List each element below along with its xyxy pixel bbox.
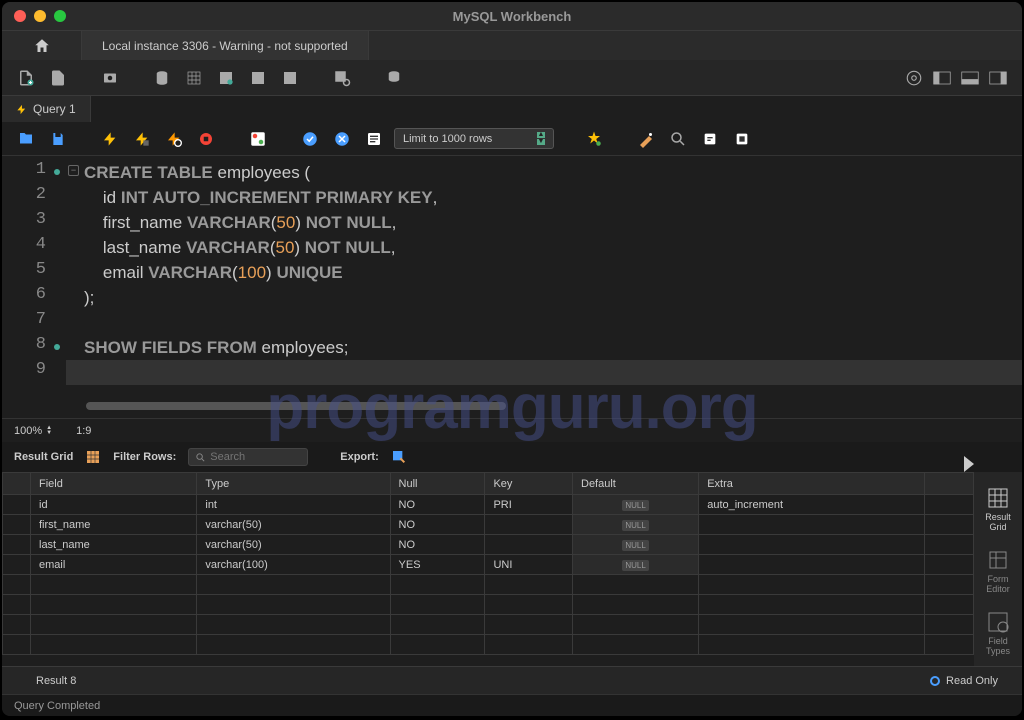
column-header[interactable]: Key <box>485 473 573 495</box>
panel-left-button[interactable] <box>930 66 954 90</box>
result-sidebar: Result GridForm EditorField Types <box>974 472 1022 666</box>
result-grid[interactable]: FieldTypeNullKeyDefaultExtraidintNOPRINU… <box>2 472 974 666</box>
execute-button[interactable] <box>98 127 122 151</box>
column-header[interactable]: Default <box>573 473 699 495</box>
search-table-button[interactable] <box>330 66 354 90</box>
commit-button[interactable] <box>298 127 322 151</box>
panel-bottom-button[interactable] <box>958 66 982 90</box>
create-view-button[interactable] <box>214 66 238 90</box>
open-file-button[interactable] <box>14 127 38 151</box>
cursor-position: 1:9 <box>76 425 91 437</box>
result-grid-label: Result Grid <box>14 451 73 463</box>
result-tab[interactable]: Result 8 <box>26 671 86 691</box>
grid-icon[interactable] <box>85 449 101 465</box>
result-tabs: Result 8 Read Only <box>2 666 1022 694</box>
search-icon <box>195 452 206 463</box>
sidebar-view-0[interactable]: Result Grid <box>978 480 1018 538</box>
connection-tab[interactable]: Local instance 3306 - Warning - not supp… <box>82 31 369 60</box>
readonly-indicator: Read Only <box>930 675 998 687</box>
query-tabs: Query 1 <box>2 96 1022 122</box>
maximize-window-button[interactable] <box>54 10 66 22</box>
home-tab[interactable] <box>2 31 82 60</box>
filter-label: Filter Rows: <box>113 451 176 463</box>
column-header[interactable]: Extra <box>699 473 925 495</box>
titlebar: MySQL Workbench <box>2 2 1022 30</box>
toggle-limit-button[interactable] <box>362 127 386 151</box>
editor-statusbar: 100% ▲▼ 1:9 <box>2 418 1022 442</box>
close-window-button[interactable] <box>14 10 26 22</box>
open-sql-button[interactable] <box>46 66 70 90</box>
column-header[interactable]: Type <box>197 473 390 495</box>
stop-button[interactable] <box>194 127 218 151</box>
invisible-chars-button[interactable] <box>666 127 690 151</box>
column-header[interactable]: Null <box>390 473 485 495</box>
status-footer: Query Completed <box>2 694 1022 716</box>
inspector-button[interactable] <box>98 66 122 90</box>
sidebar-view-2[interactable]: Field Types <box>978 604 1018 662</box>
save-file-button[interactable] <box>46 127 70 151</box>
query-tab[interactable]: Query 1 <box>2 96 91 122</box>
new-sql-tab-button[interactable] <box>14 66 38 90</box>
create-schema-button[interactable] <box>150 66 174 90</box>
sidebar-view-1[interactable]: Form Editor <box>978 542 1018 600</box>
table-row[interactable]: emailvarchar(100)YESUNINULL <box>3 555 974 575</box>
toggle-autocommit-button[interactable] <box>246 127 270 151</box>
snippets-button[interactable] <box>730 127 754 151</box>
filter-input[interactable] <box>210 451 290 463</box>
column-header[interactable]: Field <box>31 473 197 495</box>
horizontal-scrollbar[interactable] <box>86 402 506 410</box>
table-row[interactable]: idintNOPRINULLauto_increment <box>3 495 974 515</box>
filter-search[interactable] <box>188 448 308 466</box>
stepper-icon: ▲▼ <box>537 132 545 145</box>
readonly-icon <box>930 676 940 686</box>
main-toolbar <box>2 60 1022 96</box>
create-procedure-button[interactable] <box>246 66 270 90</box>
minimize-window-button[interactable] <box>34 10 46 22</box>
expand-sidebar-icon[interactable] <box>964 456 974 472</box>
query-tab-label: Query 1 <box>33 102 76 116</box>
beautify-button[interactable] <box>582 127 606 151</box>
sql-editor[interactable]: 123456789 − CREATE TABLE employees ( id … <box>2 156 1022 418</box>
gutter: 123456789 <box>2 156 66 418</box>
window-title: MySQL Workbench <box>453 9 572 24</box>
create-table-button[interactable] <box>182 66 206 90</box>
query-toolbar: Limit to 1000 rows ▲▼ <box>2 122 1022 156</box>
home-icon <box>33 37 51 55</box>
connection-tabs: Local instance 3306 - Warning - not supp… <box>2 30 1022 60</box>
find-button[interactable] <box>634 127 658 151</box>
export-button[interactable] <box>391 449 407 465</box>
rollback-button[interactable] <box>330 127 354 151</box>
reconnect-button[interactable] <box>382 66 406 90</box>
settings-button[interactable] <box>902 66 926 90</box>
panel-right-button[interactable] <box>986 66 1010 90</box>
zoom-control[interactable]: 100% ▲▼ <box>14 425 52 437</box>
export-label: Export: <box>340 451 379 463</box>
wrap-button[interactable] <box>698 127 722 151</box>
explain-button[interactable] <box>162 127 186 151</box>
result-header: Result Grid Filter Rows: Export: <box>2 442 1022 472</box>
execute-current-button[interactable] <box>130 127 154 151</box>
lightning-icon <box>16 104 27 115</box>
table-row[interactable]: last_namevarchar(50)NONULL <box>3 535 974 555</box>
create-function-button[interactable] <box>278 66 302 90</box>
table-row[interactable]: first_namevarchar(50)NONULL <box>3 515 974 535</box>
limit-dropdown[interactable]: Limit to 1000 rows ▲▼ <box>394 128 554 149</box>
